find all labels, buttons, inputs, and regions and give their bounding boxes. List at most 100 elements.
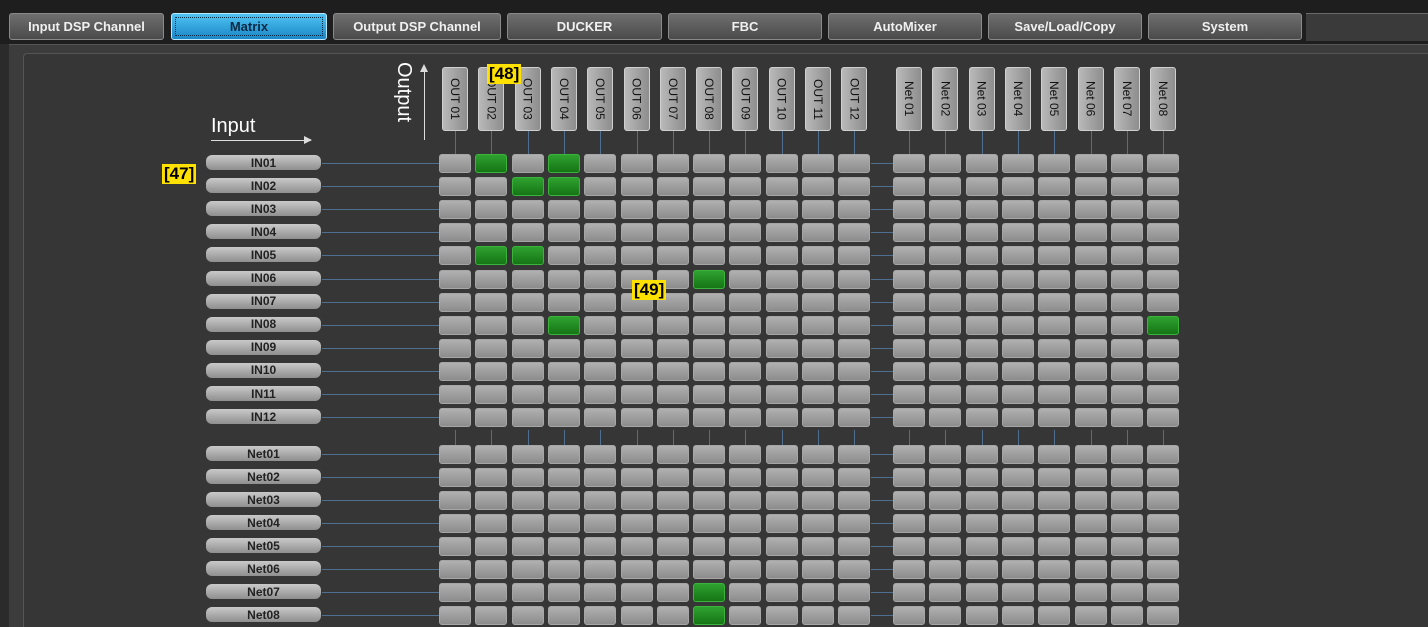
route-cell-in10-net05[interactable] — [1038, 361, 1071, 381]
route-cell-net03-net05[interactable] — [1038, 491, 1071, 510]
route-cell-in01-net06[interactable] — [1074, 154, 1107, 173]
route-cell-net05-net05[interactable] — [1038, 537, 1071, 556]
input-button-in07[interactable]: IN07 — [206, 293, 321, 309]
route-cell-in03-net01[interactable] — [893, 200, 925, 220]
route-cell-net03-net08[interactable] — [1147, 491, 1180, 510]
route-cell-net08-out09[interactable] — [729, 606, 762, 625]
route-cell-net06-net07[interactable] — [1110, 560, 1143, 579]
route-cell-in08-out02[interactable] — [475, 315, 508, 335]
route-cell-in04-net07[interactable] — [1110, 223, 1143, 243]
route-cell-in06-out04[interactable] — [547, 269, 580, 289]
route-cell-in03-out02[interactable] — [475, 200, 508, 220]
route-cell-in05-net04[interactable] — [1001, 246, 1034, 266]
route-cell-in05-out09[interactable] — [729, 246, 762, 266]
route-cell-in07-net04[interactable] — [1001, 292, 1034, 312]
route-cell-in02-net06[interactable] — [1074, 177, 1107, 197]
route-cell-in12-out09[interactable] — [729, 408, 762, 428]
route-cell-in11-net02[interactable] — [929, 385, 962, 404]
input-button-in01[interactable]: IN01 — [206, 155, 321, 170]
route-cell-in06-net07[interactable] — [1110, 269, 1143, 289]
route-cell-net06-out01[interactable] — [439, 560, 471, 579]
route-cell-in10-out07[interactable] — [656, 361, 689, 381]
route-cell-net04-net08[interactable] — [1147, 514, 1180, 533]
route-cell-net07-out11[interactable] — [802, 583, 834, 602]
route-cell-in02-out05[interactable] — [584, 177, 617, 197]
route-cell-in06-net08[interactable] — [1147, 269, 1180, 289]
route-cell-in07-out03[interactable] — [511, 292, 544, 312]
route-cell-net07-out07[interactable] — [656, 583, 689, 602]
route-cell-in10-net06[interactable] — [1074, 361, 1107, 381]
route-cell-in10-out01[interactable] — [439, 361, 471, 381]
output-header-net01[interactable]: Net 01 — [896, 67, 922, 131]
route-cell-net05-net07[interactable] — [1110, 537, 1143, 556]
route-cell-in12-net05[interactable] — [1038, 408, 1071, 428]
route-cell-in07-net02[interactable] — [929, 292, 962, 312]
route-cell-in09-out06[interactable] — [620, 338, 653, 358]
route-cell-net05-out05[interactable] — [584, 537, 617, 556]
route-cell-in08-out04[interactable] — [547, 315, 580, 335]
route-cell-net08-out01[interactable] — [439, 606, 471, 625]
route-cell-in08-out09[interactable] — [729, 315, 762, 335]
route-cell-net04-out12[interactable] — [838, 514, 871, 533]
route-cell-in12-net06[interactable] — [1074, 408, 1107, 428]
route-cell-in04-out12[interactable] — [838, 223, 871, 243]
route-cell-net04-out11[interactable] — [802, 514, 834, 533]
route-cell-net05-net03[interactable] — [965, 537, 998, 556]
route-cell-in07-out04[interactable] — [547, 292, 580, 312]
route-cell-in11-net08[interactable] — [1147, 385, 1180, 404]
route-cell-in05-out07[interactable] — [656, 246, 689, 266]
route-cell-in08-net01[interactable] — [893, 315, 925, 335]
route-cell-net02-net04[interactable] — [1001, 468, 1034, 487]
route-cell-net07-net05[interactable] — [1038, 583, 1071, 602]
route-cell-net02-net05[interactable] — [1038, 468, 1071, 487]
route-cell-in01-out09[interactable] — [729, 154, 762, 173]
route-cell-net05-out01[interactable] — [439, 537, 471, 556]
route-cell-net06-out03[interactable] — [511, 560, 544, 579]
input-button-in05[interactable]: IN05 — [206, 247, 321, 263]
route-cell-in11-net06[interactable] — [1074, 385, 1107, 404]
route-cell-net01-out10[interactable] — [765, 445, 798, 464]
route-cell-in10-out03[interactable] — [511, 361, 544, 381]
route-cell-net05-out10[interactable] — [765, 537, 798, 556]
route-cell-in07-net07[interactable] — [1110, 292, 1143, 312]
route-cell-in07-out02[interactable] — [475, 292, 508, 312]
route-cell-net01-out09[interactable] — [729, 445, 762, 464]
route-cell-in10-out05[interactable] — [584, 361, 617, 381]
route-cell-in01-net08[interactable] — [1147, 154, 1180, 173]
input-button-in04[interactable]: IN04 — [206, 224, 321, 240]
route-cell-in12-net02[interactable] — [929, 408, 962, 428]
route-cell-in02-net07[interactable] — [1110, 177, 1143, 197]
route-cell-net04-net07[interactable] — [1110, 514, 1143, 533]
route-cell-in05-out03[interactable] — [511, 246, 544, 266]
route-cell-in05-out10[interactable] — [765, 246, 798, 266]
route-cell-in08-out01[interactable] — [439, 315, 471, 335]
route-cell-net06-net02[interactable] — [929, 560, 962, 579]
route-cell-in06-out10[interactable] — [765, 269, 798, 289]
route-cell-net01-out05[interactable] — [584, 445, 617, 464]
route-cell-in08-out07[interactable] — [656, 315, 689, 335]
route-cell-net08-net08[interactable] — [1147, 606, 1180, 625]
output-header-out09[interactable]: OUT 09 — [732, 67, 759, 131]
route-cell-in10-net03[interactable] — [965, 361, 998, 381]
route-cell-in09-out04[interactable] — [547, 338, 580, 358]
output-header-out12[interactable]: OUT 12 — [841, 67, 868, 131]
route-cell-in02-net05[interactable] — [1038, 177, 1071, 197]
route-cell-net02-net06[interactable] — [1074, 468, 1107, 487]
route-cell-in08-out12[interactable] — [838, 315, 871, 335]
route-cell-in08-net08[interactable] — [1147, 315, 1180, 335]
route-cell-in04-out02[interactable] — [475, 223, 508, 243]
route-cell-in03-net08[interactable] — [1147, 200, 1180, 220]
route-cell-in01-out07[interactable] — [656, 154, 689, 173]
route-cell-in05-out02[interactable] — [475, 246, 508, 266]
route-cell-in08-out11[interactable] — [802, 315, 834, 335]
route-cell-in07-net08[interactable] — [1147, 292, 1180, 312]
route-cell-net08-out04[interactable] — [547, 606, 580, 625]
route-cell-net07-out12[interactable] — [838, 583, 871, 602]
route-cell-in11-out05[interactable] — [584, 385, 617, 404]
route-cell-in07-out11[interactable] — [802, 292, 834, 312]
route-cell-in01-out06[interactable] — [620, 154, 653, 173]
route-cell-in08-out06[interactable] — [620, 315, 653, 335]
route-cell-net03-out06[interactable] — [620, 491, 653, 510]
route-cell-net01-net05[interactable] — [1038, 445, 1071, 464]
route-cell-net07-out05[interactable] — [584, 583, 617, 602]
